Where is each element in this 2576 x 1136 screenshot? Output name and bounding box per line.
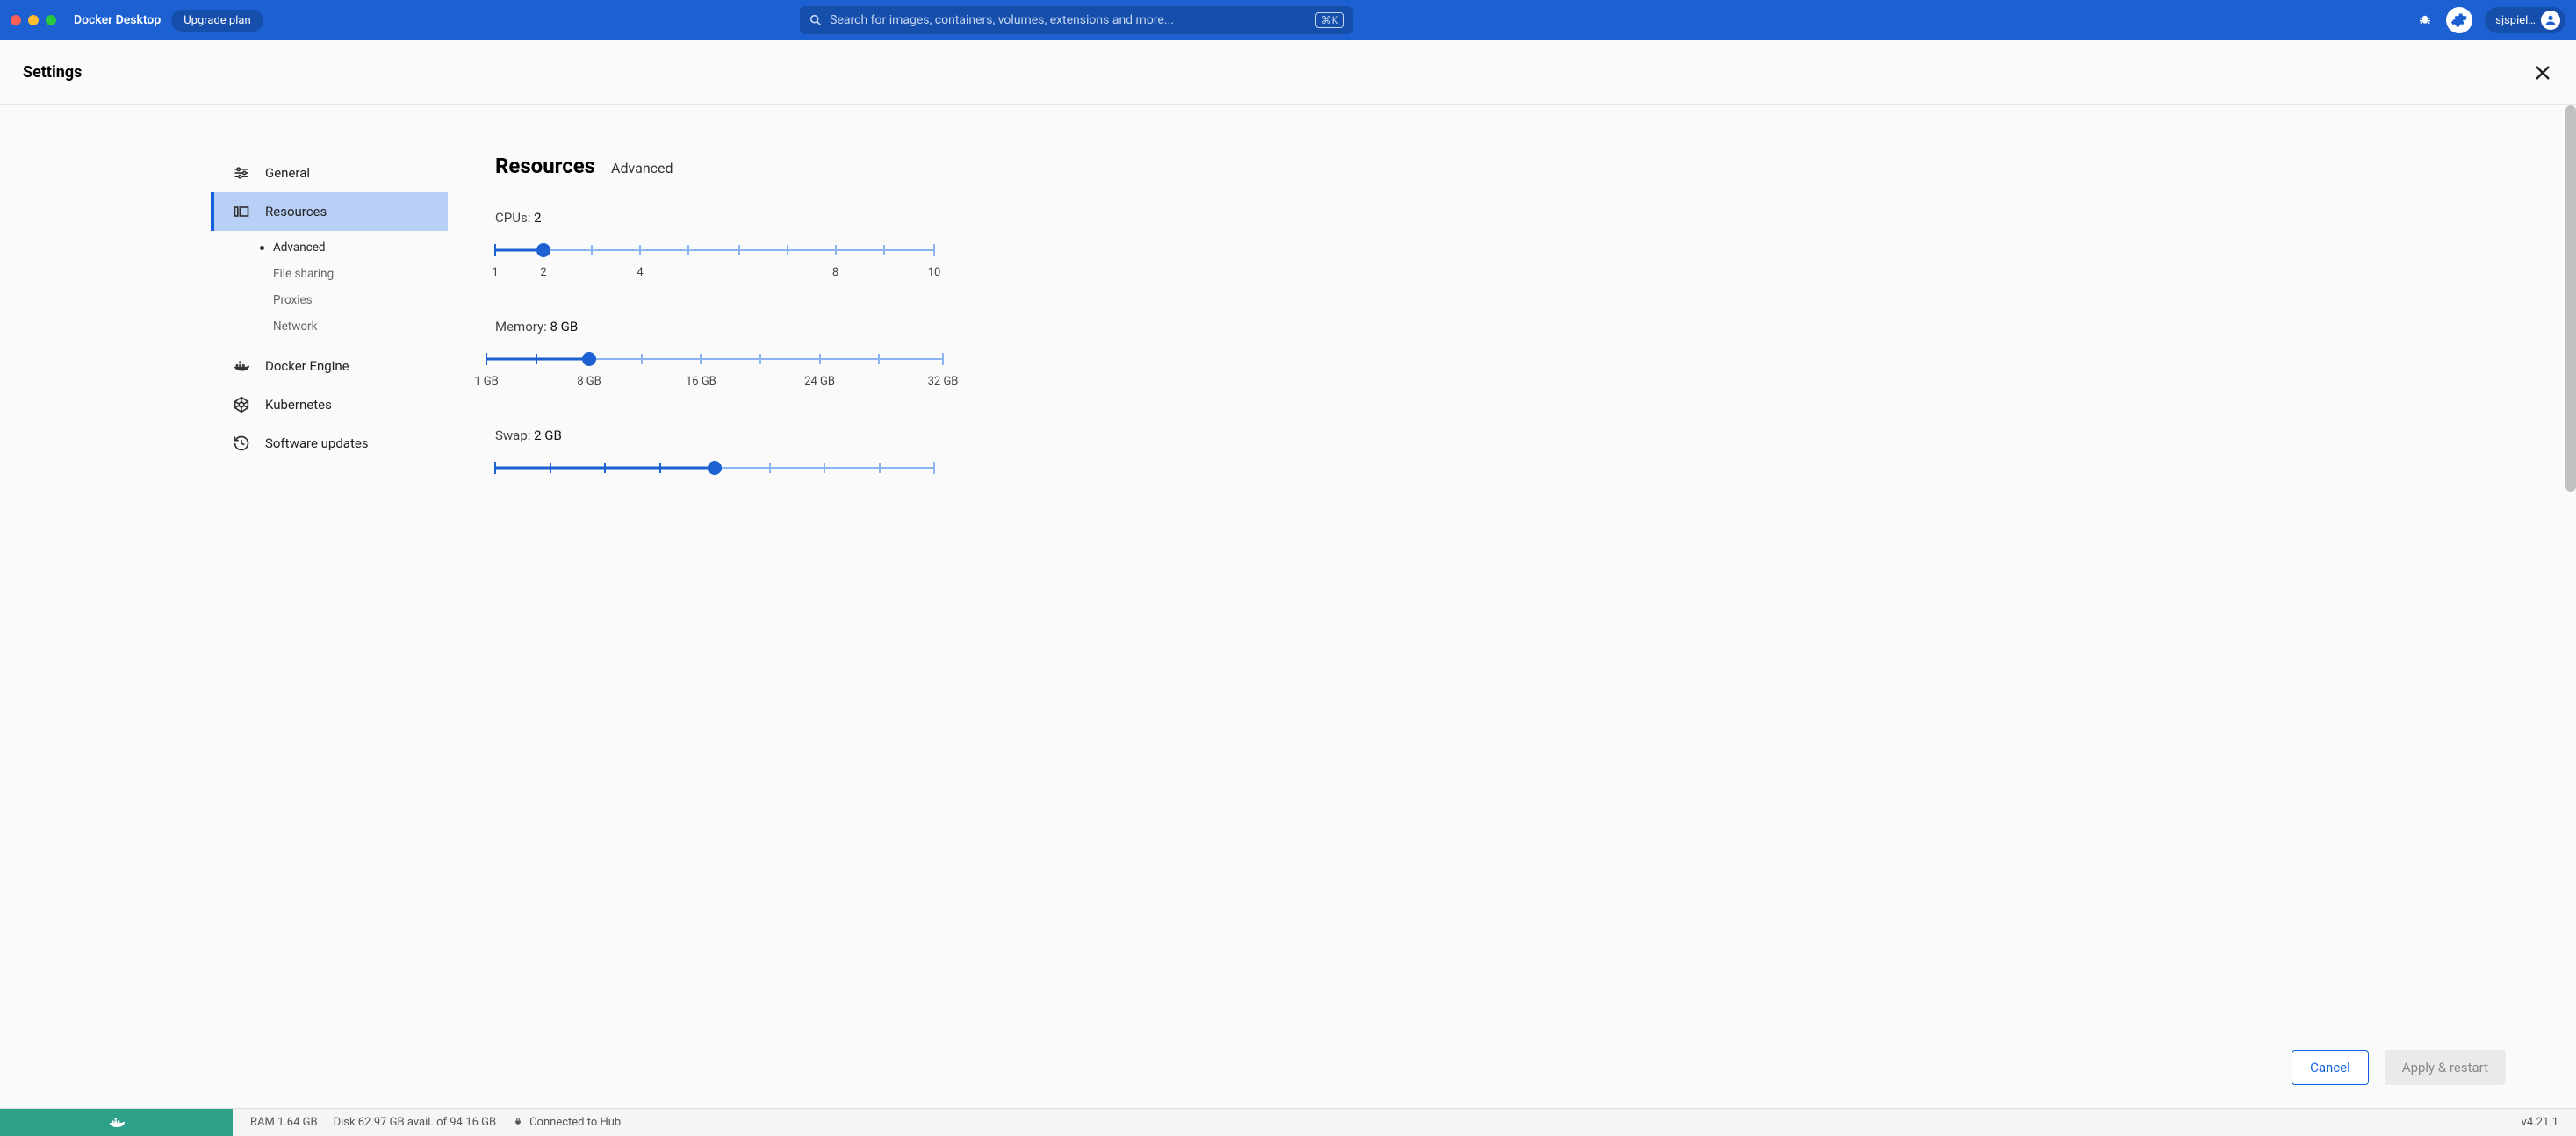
close-button[interactable] — [2532, 62, 2553, 83]
content-subheading: Advanced — [611, 160, 673, 176]
settings-header: Settings — [0, 40, 2576, 105]
kubernetes-icon — [232, 395, 251, 414]
sliders-icon — [232, 163, 251, 183]
settings-title: Settings — [23, 63, 82, 82]
nav-docker-engine[interactable]: Docker Engine — [211, 347, 448, 385]
nav-kubernetes-label: Kubernetes — [265, 397, 332, 413]
memory-slider-thumb[interactable] — [582, 352, 596, 366]
tick-label: 24 GB — [804, 375, 835, 388]
nav-software-updates[interactable]: Software updates — [211, 424, 448, 463]
cpus-value: 2 — [534, 210, 541, 226]
swap-slider-thumb[interactable] — [708, 461, 722, 475]
apply-restart-button: Apply & restart — [2385, 1050, 2506, 1085]
swap-label: Swap: — [495, 428, 530, 443]
tick-label: 10 — [928, 266, 941, 279]
memory-slider[interactable] — [486, 350, 943, 368]
docker-engine-icon — [232, 356, 251, 376]
cpus-label: CPUs: — [495, 210, 530, 226]
titlebar: Docker Desktop Upgrade plan ⌘K sjspiel… — [0, 0, 2576, 40]
status-indicator[interactable] — [0, 1109, 233, 1136]
cancel-button[interactable]: Cancel — [2292, 1050, 2369, 1085]
nav-general[interactable]: General — [211, 154, 448, 192]
subnav-network-label: Network — [273, 320, 317, 334]
subnav-file-sharing-label: File sharing — [273, 267, 334, 281]
window-controls — [11, 15, 56, 25]
memory-label: Memory: — [495, 319, 547, 334]
window-maximize[interactable] — [46, 15, 56, 25]
bug-icon[interactable] — [2416, 11, 2434, 29]
subnav-proxies-label: Proxies — [273, 293, 313, 307]
search-icon — [809, 13, 823, 27]
subnav-file-sharing[interactable]: File sharing — [260, 261, 448, 287]
version-label: v4.21.1 — [2522, 1116, 2576, 1129]
search-shortcut: ⌘K — [1315, 12, 1345, 28]
tick-label: 32 GB — [928, 375, 959, 388]
tick-label: 8 GB — [577, 375, 601, 388]
nav-docker-engine-label: Docker Engine — [265, 358, 349, 374]
cpus-slider-group: CPUs: 2 — [495, 210, 934, 282]
app-name: Docker Desktop — [74, 13, 161, 27]
nav-resources[interactable]: Resources — [211, 192, 448, 231]
tick-label: 4 — [637, 266, 643, 279]
settings-sidebar: General Resources Advanced File sharing — [0, 105, 448, 1108]
status-connection: Connected to Hub — [512, 1116, 621, 1129]
swap-value: 2 GB — [534, 428, 562, 443]
content-heading: Resources — [495, 154, 595, 178]
swap-slider-group: Swap: 2 GB — [495, 428, 934, 477]
status-disk: Disk 62.97 GB avail. of 94.16 GB — [334, 1116, 497, 1129]
subnav-proxies[interactable]: Proxies — [260, 287, 448, 313]
statusbar: RAM 1.64 GB Disk 62.97 GB avail. of 94.1… — [0, 1108, 2576, 1136]
upgrade-plan-button[interactable]: Upgrade plan — [171, 10, 263, 32]
subnav-advanced[interactable]: Advanced — [260, 234, 448, 261]
tick-label: 1 — [492, 266, 498, 279]
settings-content: Resources Advanced CPUs: 2 — [448, 105, 2576, 1108]
window-close[interactable] — [11, 15, 21, 25]
cpus-slider-thumb[interactable] — [536, 243, 550, 257]
nav-general-label: General — [265, 165, 310, 181]
avatar-icon — [2541, 11, 2560, 30]
nav-software-updates-label: Software updates — [265, 435, 369, 451]
window-minimize[interactable] — [28, 15, 39, 25]
tick-label: 16 GB — [686, 375, 716, 388]
plug-icon — [512, 1117, 524, 1129]
search-input[interactable] — [830, 13, 1314, 27]
tick-label: 1 GB — [474, 375, 499, 388]
username-label: sjspiel… — [2495, 14, 2536, 27]
scrollbar[interactable] — [2565, 105, 2576, 492]
cpus-slider[interactable] — [495, 241, 934, 259]
status-ram: RAM 1.64 GB — [250, 1116, 318, 1129]
history-icon — [232, 434, 251, 453]
user-menu[interactable]: sjspiel… — [2485, 7, 2565, 33]
subnav-network[interactable]: Network — [260, 313, 448, 340]
resources-icon — [232, 202, 251, 221]
bullet-icon — [260, 246, 264, 250]
nav-resources-label: Resources — [265, 204, 327, 219]
tick-label: 8 — [832, 266, 838, 279]
settings-gear-button[interactable] — [2446, 7, 2472, 33]
search-bar[interactable]: ⌘K — [800, 6, 1353, 34]
tick-label: 2 — [540, 266, 546, 279]
memory-value: 8 GB — [550, 319, 578, 334]
subnav-advanced-label: Advanced — [273, 241, 326, 255]
nav-kubernetes[interactable]: Kubernetes — [211, 385, 448, 424]
status-connection-label: Connected to Hub — [529, 1116, 621, 1129]
swap-slider[interactable] — [495, 459, 934, 477]
whale-icon — [105, 1114, 128, 1132]
memory-slider-group: Memory: 8 GB — [495, 319, 934, 391]
